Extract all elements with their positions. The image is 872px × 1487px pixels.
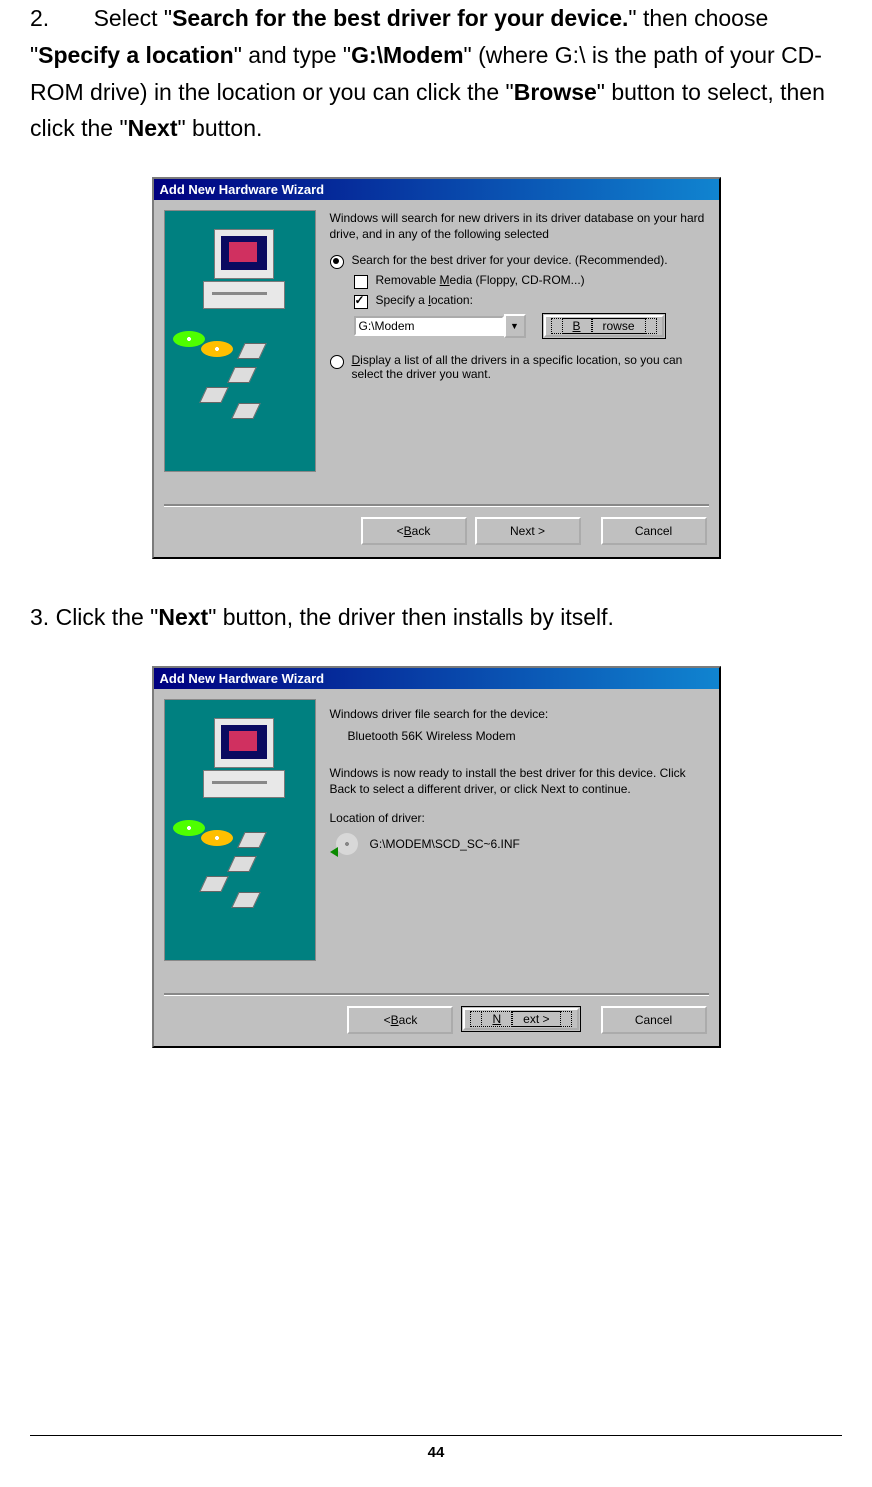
wizard-dialog-1: Add New Hardware Wizard Windows will sea…: [152, 177, 721, 559]
option-search-best[interactable]: Search for the best driver for your devi…: [330, 253, 709, 269]
intro-text: Windows will search for new drivers in i…: [330, 210, 709, 242]
back-button[interactable]: < Back: [347, 1006, 453, 1034]
location-combo: ▼ Browse: [354, 313, 709, 339]
location-input[interactable]: [354, 316, 504, 336]
page-number: 44: [30, 1435, 842, 1461]
wizard-dialog-2: Add New Hardware Wizard Windows driver f…: [152, 666, 721, 1048]
radio-icon: [330, 255, 344, 269]
driver-path: G:\MODEM\SCD_SC~6.INF: [370, 837, 520, 851]
search-label: Windows driver file search for the devic…: [330, 707, 709, 721]
radio-icon: [330, 355, 344, 369]
cd-install-icon: [330, 833, 360, 855]
browse-button[interactable]: Browse: [542, 313, 666, 339]
cancel-button[interactable]: Cancel: [601, 517, 707, 545]
device-name: Bluetooth 56K Wireless Modem: [348, 729, 709, 743]
step-2-number: 2.: [30, 0, 49, 37]
cancel-button[interactable]: Cancel: [601, 1006, 707, 1034]
checkbox-icon: [354, 295, 368, 309]
option-display-list[interactable]: Display a list of all the drivers in a s…: [330, 353, 709, 381]
checkbox-removable-media[interactable]: Removable Media (Floppy, CD-ROM...): [354, 273, 709, 289]
driver-location-row: G:\MODEM\SCD_SC~6.INF: [330, 833, 709, 855]
wizard-illustration: [164, 699, 316, 961]
back-button[interactable]: < Back: [361, 517, 467, 545]
dialog-titlebar[interactable]: Add New Hardware Wizard: [154, 179, 719, 200]
step-3: 3. Click the "Next" button, the driver t…: [30, 599, 842, 636]
checkbox-specify-location[interactable]: Specify a location:: [354, 293, 709, 309]
next-button[interactable]: Next >: [461, 1006, 580, 1032]
step-3-number: 3.: [30, 599, 49, 636]
location-label: Location of driver:: [330, 811, 709, 825]
ready-text: Windows is now ready to install the best…: [330, 765, 709, 797]
next-button[interactable]: Next >: [475, 517, 581, 545]
dialog-titlebar[interactable]: Add New Hardware Wizard: [154, 668, 719, 689]
dropdown-button[interactable]: ▼: [504, 314, 526, 338]
wizard-illustration: [164, 210, 316, 472]
checkbox-icon: [354, 275, 368, 289]
step-2: 2. Select "Search for the best driver fo…: [30, 0, 842, 147]
